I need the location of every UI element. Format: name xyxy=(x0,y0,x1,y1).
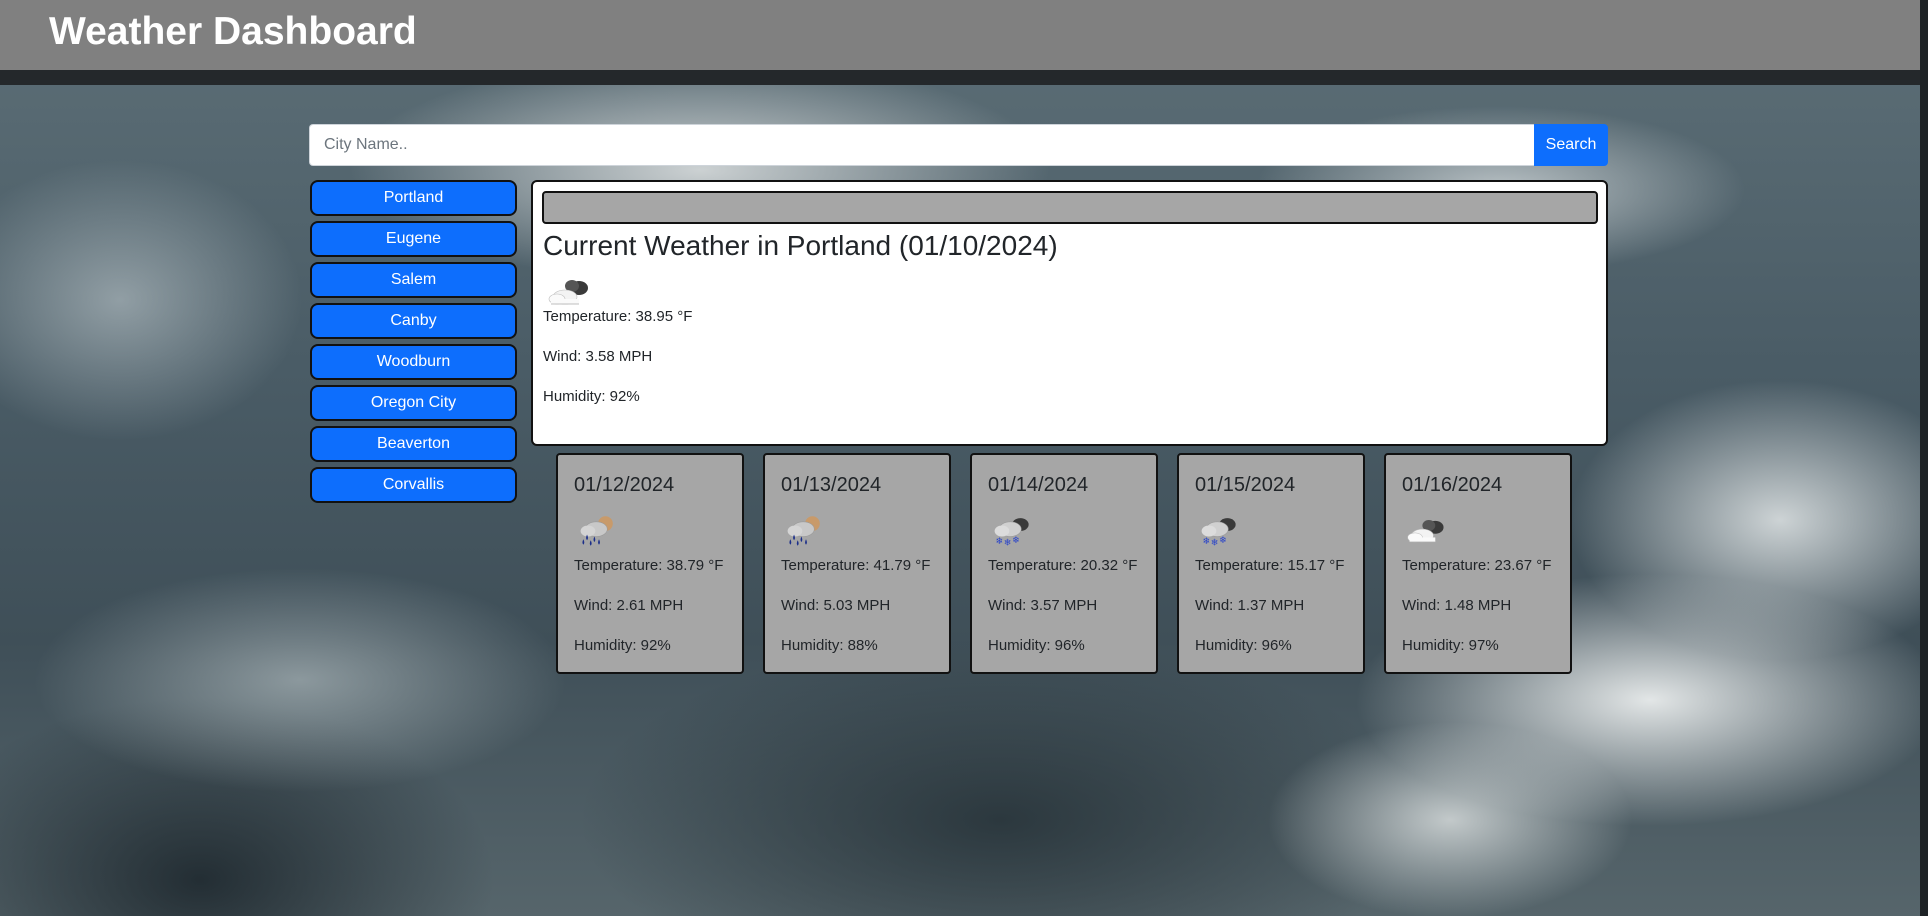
forecast-humidity: Humidity: 96% xyxy=(1195,637,1292,654)
forecast-date: 01/13/2024 xyxy=(781,474,882,496)
city-button-corvallis[interactable]: Corvallis xyxy=(310,467,517,503)
forecast-card: 01/16/2024 Temperature: 23.67 °F Wind: 1… xyxy=(1384,453,1572,674)
city-button-canby[interactable]: Canby xyxy=(310,303,517,339)
current-weather-header-bar xyxy=(542,191,1598,224)
city-button-woodburn[interactable]: Woodburn xyxy=(310,344,517,380)
forecast-date: 01/14/2024 xyxy=(988,474,1089,496)
cloudy-icon xyxy=(1404,511,1450,551)
cloudy-icon xyxy=(545,272,595,312)
forecast-date: 01/12/2024 xyxy=(574,474,675,496)
forecast-card: 01/13/2024 Temperature: 41.79 °F Wind: 5… xyxy=(763,453,951,674)
header-divider xyxy=(0,70,1920,85)
current-weather-title: Current Weather in Portland (01/10/2024) xyxy=(543,230,1058,261)
city-button-beaverton[interactable]: Beaverton xyxy=(310,426,517,462)
forecast-temperature: Temperature: 41.79 °F xyxy=(781,557,931,574)
city-button-eugene[interactable]: Eugene xyxy=(310,221,517,257)
city-search-input[interactable] xyxy=(309,124,1534,166)
window-edge xyxy=(1920,0,1928,916)
rain-icon xyxy=(576,511,622,551)
forecast-humidity: Humidity: 88% xyxy=(781,637,878,654)
forecast-temperature: Temperature: 15.17 °F xyxy=(1195,557,1345,574)
forecast-card: 01/14/2024 Temperature: 20.32 °F Wind: 3… xyxy=(970,453,1158,674)
forecast-wind: Wind: 1.48 MPH xyxy=(1402,597,1512,614)
forecast-humidity: Humidity: 92% xyxy=(574,637,671,654)
forecast-wind: Wind: 1.37 MPH xyxy=(1195,597,1305,614)
forecast-date: 01/15/2024 xyxy=(1195,474,1296,496)
forecast-temperature: Temperature: 23.67 °F xyxy=(1402,557,1552,574)
forecast-wind: Wind: 5.03 MPH xyxy=(781,597,891,614)
forecast-card: 01/15/2024 Temperature: 15.17 °F Wind: 1… xyxy=(1177,453,1365,674)
search-button[interactable]: Search xyxy=(1534,124,1608,166)
city-button-salem[interactable]: Salem xyxy=(310,262,517,298)
saved-cities-list: Portland Eugene Salem Canby Woodburn Ore… xyxy=(310,180,517,508)
current-wind: Wind: 3.58 MPH xyxy=(543,348,653,365)
city-button-oregon-city[interactable]: Oregon City xyxy=(310,385,517,421)
forecast-wind: Wind: 3.57 MPH xyxy=(988,597,1098,614)
page-title: Weather Dashboard xyxy=(49,10,417,53)
search-bar: Search xyxy=(309,124,1608,166)
city-button-portland[interactable]: Portland xyxy=(310,180,517,216)
forecast-date: 01/16/2024 xyxy=(1402,474,1503,496)
current-weather-card: Current Weather in Portland (01/10/2024)… xyxy=(531,180,1608,446)
forecast-temperature: Temperature: 20.32 °F xyxy=(988,557,1138,574)
header: Weather Dashboard xyxy=(0,0,1920,70)
forecast-temperature: Temperature: 38.79 °F xyxy=(574,557,724,574)
rain-icon xyxy=(783,511,829,551)
current-humidity: Humidity: 92% xyxy=(543,388,640,405)
forecast-humidity: Humidity: 96% xyxy=(988,637,1085,654)
forecast-humidity: Humidity: 97% xyxy=(1402,637,1499,654)
current-temperature: Temperature: 38.95 °F xyxy=(543,308,693,325)
snow-icon xyxy=(990,511,1036,551)
snow-icon xyxy=(1197,511,1243,551)
forecast-card: 01/12/2024 Temperature: 38.79 °F Wind: 2… xyxy=(556,453,744,674)
forecast-wind: Wind: 2.61 MPH xyxy=(574,597,684,614)
